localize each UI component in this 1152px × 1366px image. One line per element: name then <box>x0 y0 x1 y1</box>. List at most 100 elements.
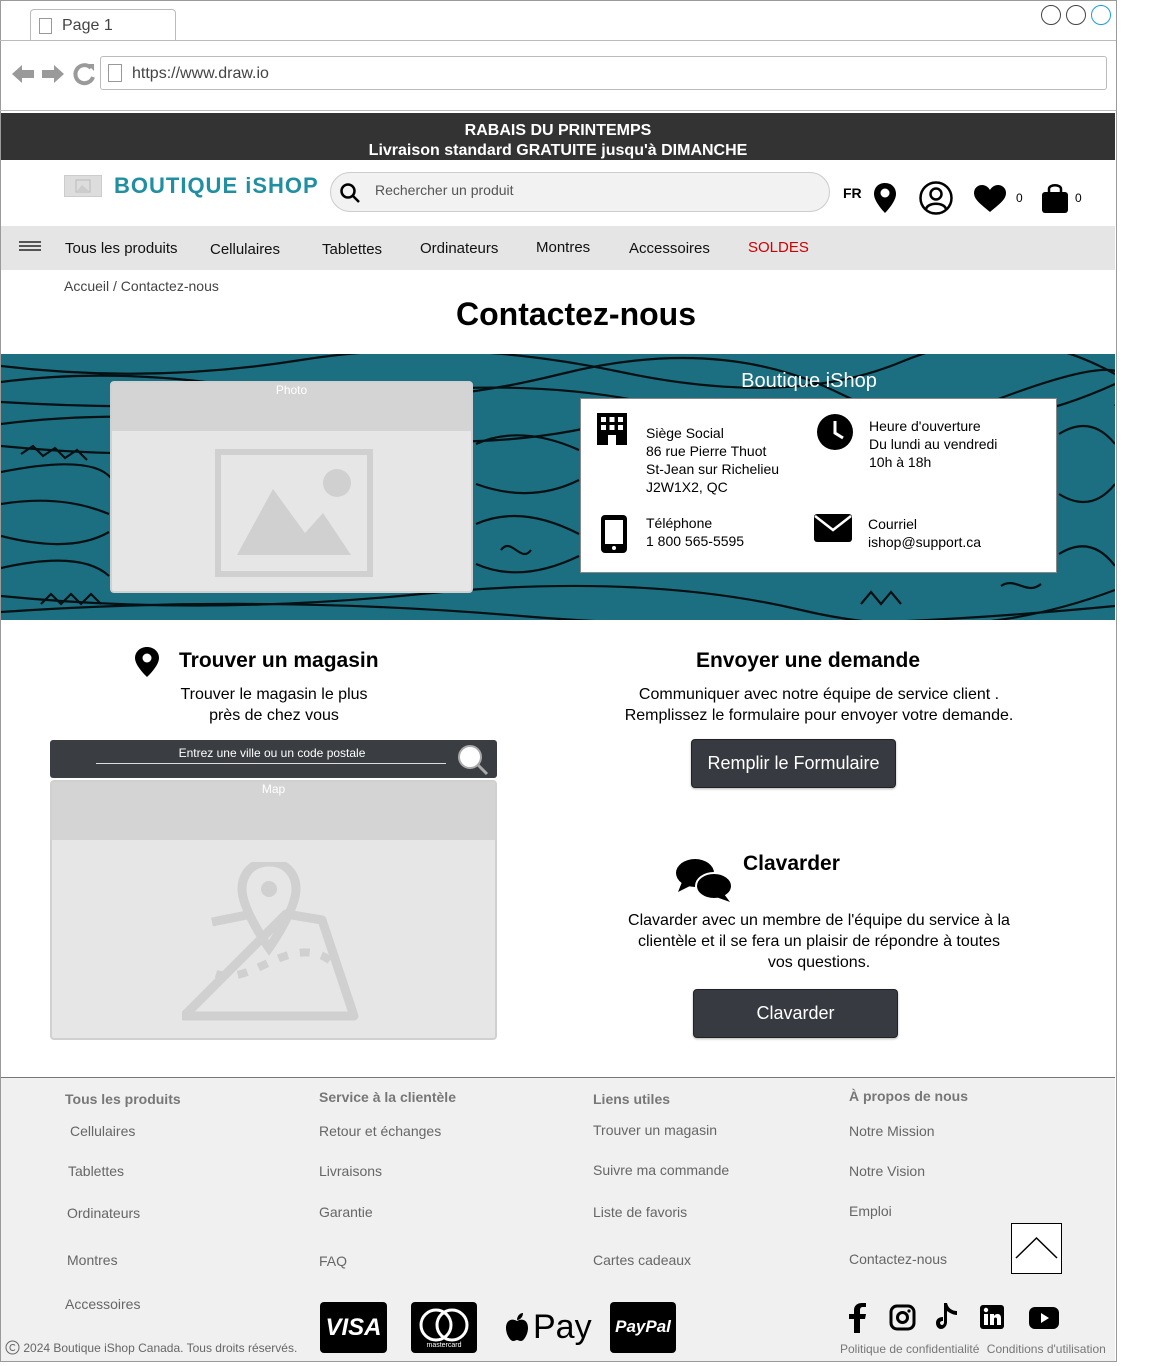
footer-link[interactable]: Emploi <box>849 1203 892 1219</box>
footer-link[interactable]: Suivre ma commande <box>593 1162 729 1178</box>
page-icon <box>39 18 52 34</box>
tab-strip-divider <box>0 40 1116 41</box>
footer-heading-about[interactable]: À propos de nous <box>849 1088 968 1104</box>
photo-label: Photo <box>275 383 308 397</box>
footer-link[interactable]: Notre Mission <box>849 1123 935 1139</box>
footer-link[interactable]: Trouver un magasin <box>593 1122 717 1138</box>
legal-links: Politique de confidentialité Conditions … <box>840 1342 1106 1356</box>
request-title: Envoyer une demande <box>695 649 921 672</box>
footer-link[interactable]: Ordinateurs <box>67 1205 140 1221</box>
nav-item-accessories[interactable]: Accessoires <box>629 240 710 257</box>
paypal-logo: PayPal <box>610 1302 676 1353</box>
heart-icon[interactable] <box>972 184 1008 214</box>
facebook-icon[interactable] <box>846 1302 868 1334</box>
breadcrumb[interactable]: Accueil / Contactez-nous <box>64 278 219 294</box>
clock-icon <box>817 414 853 450</box>
search-icon[interactable] <box>339 182 361 204</box>
find-store-text-line: près de chez vous <box>209 707 339 724</box>
url-text[interactable]: https://www.draw.io <box>132 65 269 83</box>
window-maximize-button[interactable] <box>1066 5 1086 25</box>
instagram-icon[interactable] <box>889 1304 916 1331</box>
address-bar[interactable]: https://www.draw.io <box>100 56 1107 90</box>
account-icon[interactable] <box>918 180 954 216</box>
logo-image[interactable] <box>64 175 102 197</box>
nav-item-computers[interactable]: Ordinateurs <box>420 240 498 257</box>
youtube-icon[interactable] <box>1028 1306 1060 1330</box>
footer-heading-products[interactable]: Tous les produits <box>65 1091 181 1107</box>
chrome-divider <box>0 110 1116 111</box>
language-selector[interactable]: FR <box>843 185 862 201</box>
store-locator-input[interactable]: Entrez une ville ou un code postale <box>96 746 448 760</box>
email-address[interactable]: ishop@support.ca <box>868 533 981 551</box>
nav-item-all-products[interactable]: Tous les produits <box>65 240 178 257</box>
window-minimize-button[interactable] <box>1041 5 1061 25</box>
phone-label: Téléphone <box>646 515 713 531</box>
chat-text-line: clientèle et il se fera un plaisir de ré… <box>638 933 1000 950</box>
apple-pay-text: Pay <box>533 1308 592 1346</box>
hours-block: Heure d'ouverture Du lundi au vendredi 1… <box>869 417 997 471</box>
chat-text-line: Clavarder avec un membre de l'équipe du … <box>628 912 1010 929</box>
back-to-top-button[interactable] <box>1011 1223 1062 1274</box>
forward-arrow-icon[interactable] <box>42 65 64 83</box>
hours-label: Heure d'ouverture <box>869 418 981 434</box>
footer-link[interactable]: Livraisons <box>319 1163 382 1179</box>
request-text-line: Remplissez le formulaire pour envoyer vo… <box>624 707 1014 724</box>
location-icon[interactable] <box>872 181 898 215</box>
footer-link[interactable]: Contactez-nous <box>849 1251 947 1267</box>
browser-tab[interactable]: Page 1 <box>30 9 176 41</box>
chat-bubbles-icon <box>676 859 733 902</box>
footer-link[interactable]: Montres <box>67 1252 118 1268</box>
footer-link[interactable]: Liste de favoris <box>593 1204 687 1220</box>
visa-logo-text: VISA <box>325 1314 382 1341</box>
store-photo: Photo <box>110 381 473 593</box>
map-placeholder-icon <box>182 862 359 1021</box>
cart-count: 0 <box>1075 191 1082 205</box>
footer-link[interactable]: FAQ <box>319 1253 347 1269</box>
footer-link[interactable]: Tablettes <box>68 1163 124 1179</box>
fill-form-button[interactable]: Remplir le Formulaire <box>691 739 896 788</box>
nav-item-sale[interactable]: SOLDES <box>748 239 809 256</box>
tab-title: Page 1 <box>62 17 113 34</box>
hq-address-line: J2W1X2, QC <box>646 479 728 495</box>
chat-button[interactable]: Clavarder <box>693 989 898 1038</box>
window-close-button[interactable] <box>1091 5 1111 25</box>
footer-heading-customer-service[interactable]: Service à la clientèle <box>319 1089 456 1105</box>
copyright-icon <box>5 1340 20 1355</box>
store-info-card: Siège Social 86 rue Pierre Thuot St-Jean… <box>580 398 1057 573</box>
tiktok-icon[interactable] <box>934 1302 960 1332</box>
shopping-bag-icon[interactable] <box>1040 181 1070 215</box>
nav-item-phones[interactable]: Cellulaires <box>210 241 280 258</box>
store-locator-search[interactable]: Entrez une ville ou un code postale <box>50 740 497 778</box>
logo-text[interactable]: BOUTIQUE iSHOP <box>114 173 319 199</box>
chat-text: Clavarder avec un membre de l'équipe du … <box>558 910 1080 973</box>
footer-link[interactable]: Notre Vision <box>849 1163 925 1179</box>
footer-link[interactable]: Cartes cadeaux <box>593 1252 691 1268</box>
chevron-up-icon <box>1015 1236 1058 1259</box>
store-map[interactable]: Map <box>50 780 497 1040</box>
phone-icon <box>601 515 627 553</box>
search-icon[interactable] <box>456 743 490 777</box>
footer-link[interactable]: Retour et échanges <box>319 1123 441 1139</box>
phone-number[interactable]: 1 800 565-5595 <box>646 532 744 550</box>
footer-heading-useful-links[interactable]: Liens utiles <box>593 1091 670 1107</box>
phone-block: Téléphone 1 800 565-5595 <box>646 514 744 550</box>
privacy-link[interactable]: Politique de confidentialité <box>840 1342 979 1356</box>
nav-item-watches[interactable]: Montres <box>536 239 590 256</box>
hq-address-line: 86 rue Pierre Thuot <box>646 443 767 459</box>
terms-link[interactable]: Conditions d'utilisation <box>987 1342 1106 1356</box>
request-text: Communiquer avec notre équipe de service… <box>558 684 1080 726</box>
hamburger-menu-icon[interactable] <box>19 240 41 254</box>
footer-link[interactable]: Cellulaires <box>70 1123 135 1139</box>
reload-icon[interactable] <box>73 63 95 86</box>
search-input[interactable] <box>375 182 815 198</box>
product-search[interactable] <box>330 172 830 212</box>
image-placeholder-icon <box>215 449 373 577</box>
find-store-text-line: Trouver le magasin le plus <box>180 686 368 703</box>
footer-link[interactable]: Garantie <box>319 1204 373 1220</box>
back-arrow-icon[interactable] <box>12 65 34 83</box>
mastercard-logo: mastercard <box>411 1302 477 1353</box>
find-store-text: Trouver le magasin le plus près de chez … <box>100 684 448 726</box>
nav-item-tablets[interactable]: Tablettes <box>322 241 382 258</box>
linkedin-icon[interactable] <box>979 1304 1005 1330</box>
footer-link[interactable]: Accessoires <box>65 1296 140 1312</box>
